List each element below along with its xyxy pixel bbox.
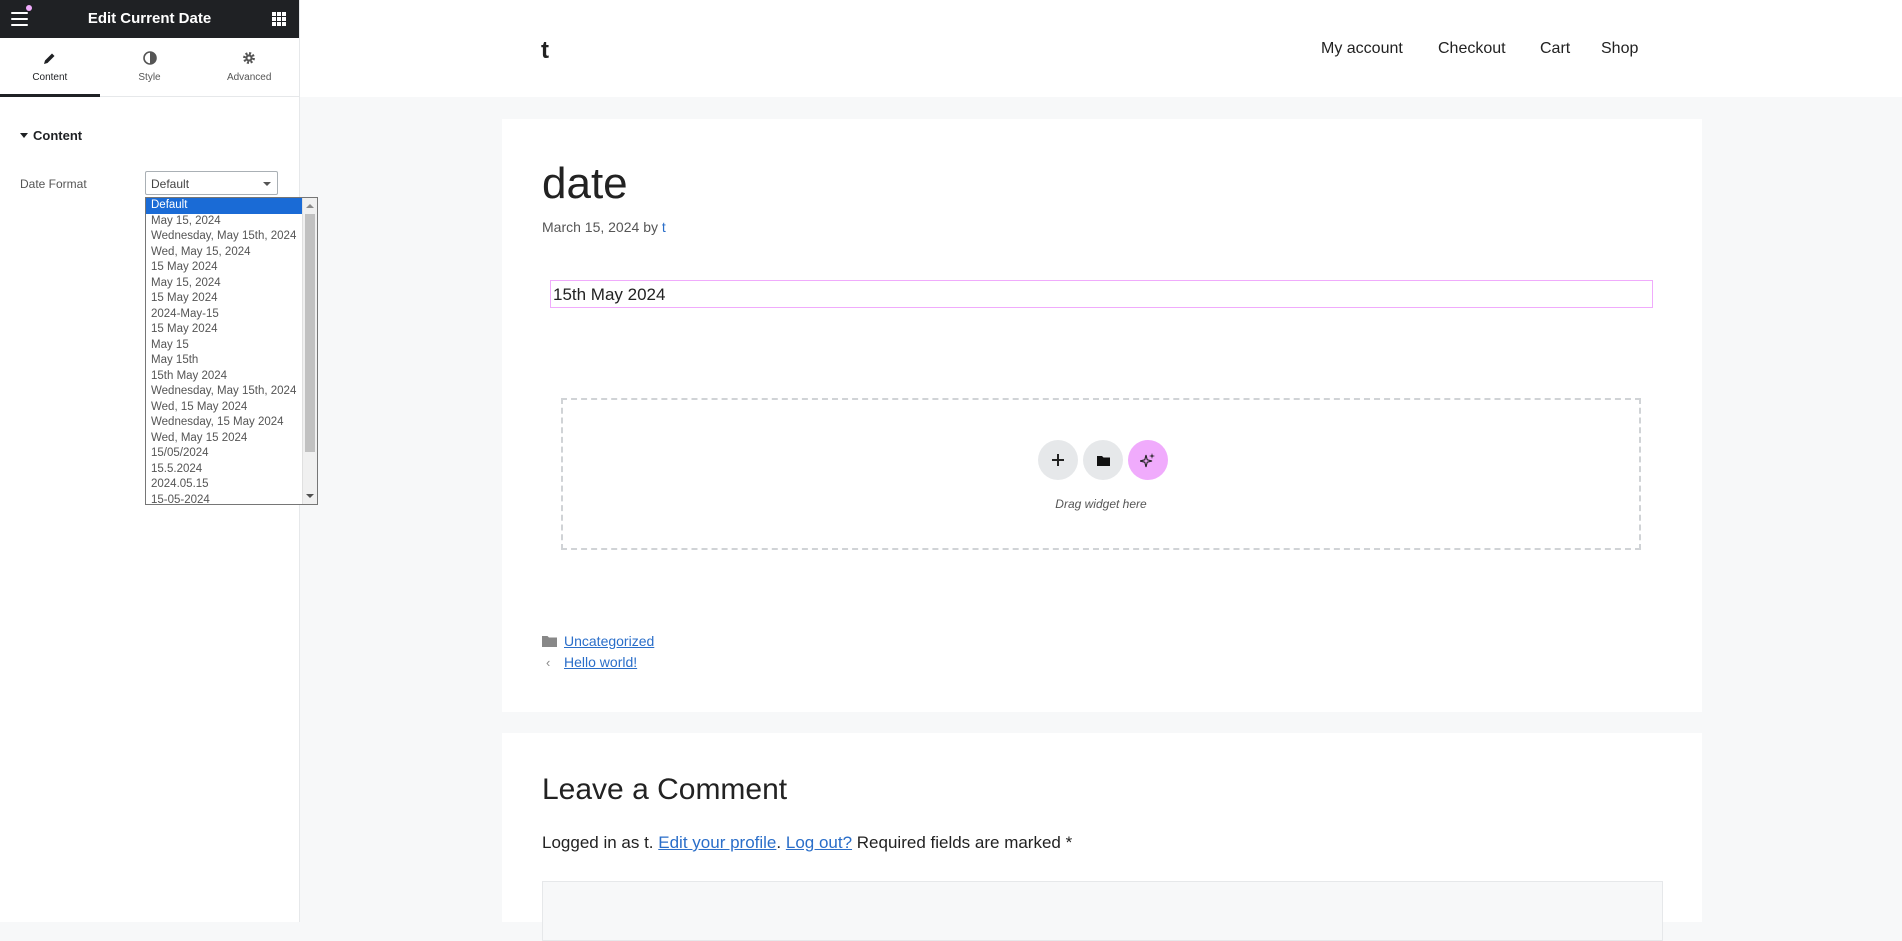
nav-checkout[interactable]: Checkout <box>1438 40 1506 58</box>
gear-icon <box>199 49 299 67</box>
dropdown-option[interactable]: May 15, 2024 <box>146 276 302 292</box>
logged-in-line: Logged in as t. Edit your profile. Log o… <box>542 833 1072 853</box>
date-format-label: Date Format <box>20 177 87 191</box>
category-link[interactable]: Uncategorized <box>564 633 654 649</box>
comment-textarea[interactable] <box>542 881 1663 941</box>
dropdown-option[interactable]: May 15th <box>146 353 302 369</box>
caret-down-icon <box>20 133 28 138</box>
tab-style-label: Style <box>138 72 161 83</box>
editor-panel: Edit Current Date Content Style Advanced… <box>0 0 318 922</box>
tab-advanced[interactable]: Advanced <box>199 38 299 96</box>
logged-in-text: Logged in as t. <box>542 833 654 852</box>
comments-title: Leave a Comment <box>542 773 788 806</box>
dropdown-option[interactable]: 15-05-2024 <box>146 493 302 505</box>
folder-icon <box>1096 455 1110 466</box>
post-author-link[interactable]: t <box>662 219 666 235</box>
dropdown-option[interactable]: 2024.05.15 <box>146 477 302 493</box>
post-by: by <box>643 219 658 235</box>
dropdown-option[interactable]: 15 May 2024 <box>146 260 302 276</box>
panel-title: Edit Current Date <box>87 10 212 27</box>
widgets-grid-icon[interactable] <box>272 12 286 26</box>
dropdown-option[interactable]: Wednesday, 15 May 2024 <box>146 415 302 431</box>
tab-style[interactable]: Style <box>100 38 200 96</box>
date-format-dropdown[interactable]: Default May 15, 2024 Wednesday, May 15th, … <box>145 197 318 505</box>
dropdown-scrollbar[interactable] <box>302 198 317 504</box>
plus-icon <box>1052 454 1064 466</box>
dropdown-option[interactable]: 15.5.2024 <box>146 462 302 478</box>
add-template-button[interactable] <box>1083 440 1123 480</box>
scrollbar-thumb[interactable] <box>305 214 315 452</box>
content-section-toggle[interactable]: Content <box>20 128 82 143</box>
scroll-down-icon[interactable] <box>306 494 314 498</box>
drop-zone-text: Drag widget here <box>1055 497 1147 511</box>
log-out-link[interactable]: Log out? <box>786 833 852 852</box>
required-fields-text: Required fields are marked * <box>856 833 1073 852</box>
dropdown-option[interactable]: 15 May 2024 <box>146 291 302 307</box>
date-format-selected: Default <box>151 177 190 191</box>
dropdown-option[interactable]: Wednesday, May 15th, 2024 <box>146 384 302 400</box>
scroll-up-icon[interactable] <box>306 204 314 208</box>
dropdown-option[interactable]: 15/05/2024 <box>146 446 302 462</box>
dropdown-option[interactable]: 2024-May-15 <box>146 307 302 323</box>
widget-drop-zone[interactable]: Drag widget here <box>561 398 1641 550</box>
post-article: date March 15, 2024 by t 15th May 2024 D… <box>502 119 1702 712</box>
panel-header: Edit Current Date <box>0 0 299 38</box>
comments-section: Leave a Comment Logged in as t. Edit you… <box>502 733 1702 941</box>
nav-cart[interactable]: Cart <box>1540 40 1570 58</box>
dropdown-option[interactable]: Default <box>146 198 302 214</box>
dropdown-option[interactable]: Wed, 15 May 2024 <box>146 400 302 416</box>
edit-profile-link[interactable]: Edit your profile <box>658 833 776 852</box>
section-title: Content <box>33 128 83 143</box>
date-format-select[interactable]: Default <box>145 171 278 195</box>
chevron-down-icon <box>263 182 271 186</box>
dropdown-option[interactable]: Wednesday, May 15th, 2024 <box>146 229 302 245</box>
post-title: date <box>542 159 628 208</box>
site-logo[interactable]: t <box>541 37 549 65</box>
nav-my-account[interactable]: My account <box>1321 40 1403 58</box>
pencil-icon <box>0 49 100 67</box>
tab-content[interactable]: Content <box>0 38 100 97</box>
site-header: t My account Checkout Cart Shop <box>300 0 1902 97</box>
add-section-button[interactable] <box>1038 440 1078 480</box>
tab-content-label: Content <box>32 72 68 83</box>
chevron-left-icon: ‹ <box>546 655 551 670</box>
dropdown-option[interactable]: Wed, May 15, 2024 <box>146 245 302 261</box>
period-text: . <box>776 833 782 852</box>
dropdown-option[interactable]: May 15, 2024 <box>146 214 302 230</box>
dropdown-option[interactable]: 15 May 2024 <box>146 322 302 338</box>
post-date: March 15, 2024 <box>542 219 640 235</box>
previous-post-link[interactable]: Hello world! <box>564 654 637 670</box>
half-circle-icon <box>100 49 200 67</box>
post-meta: March 15, 2024 by t <box>542 219 666 235</box>
dropdown-option[interactable]: 15th May 2024 <box>146 369 302 385</box>
dropdown-options: Default May 15, 2024 Wednesday, May 15th, … <box>146 198 302 505</box>
current-date-widget[interactable]: 15th May 2024 <box>550 280 1653 308</box>
dropdown-option[interactable]: Wed, May 15 2024 <box>146 431 302 447</box>
dropdown-option[interactable]: May 15 <box>146 338 302 354</box>
ai-button[interactable] <box>1128 440 1168 480</box>
panel-tabs: Content Style Advanced <box>0 38 299 97</box>
sparkle-icon <box>1140 453 1155 468</box>
category-folder-icon <box>542 634 557 652</box>
tab-advanced-label: Advanced <box>226 72 272 83</box>
nav-shop[interactable]: Shop <box>1601 40 1638 58</box>
